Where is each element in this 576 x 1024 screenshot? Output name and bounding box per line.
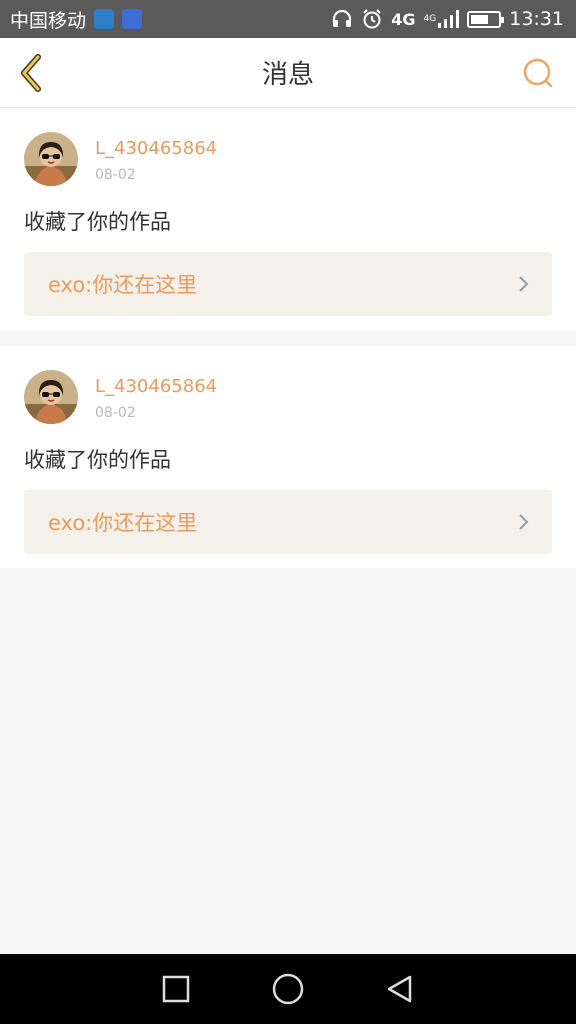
page-title: 消息 bbox=[261, 60, 314, 90]
home-button[interactable] bbox=[263, 964, 313, 1014]
clock-label: 13:31 bbox=[509, 8, 564, 30]
work-title: exo:你还在这里 bbox=[48, 511, 198, 535]
message-date: 08-02 bbox=[95, 167, 136, 183]
search-icon bbox=[523, 58, 553, 88]
square-icon bbox=[162, 975, 190, 1003]
user-avatar[interactable] bbox=[24, 132, 78, 186]
search-button[interactable] bbox=[520, 56, 556, 92]
username-link[interactable]: L_430465864 bbox=[95, 138, 217, 159]
message-action-text: 收藏了你的作品 bbox=[24, 448, 171, 472]
chevron-left-icon bbox=[21, 54, 41, 92]
signal-icon: 4G bbox=[424, 9, 460, 29]
app-notification-icon bbox=[94, 9, 115, 29]
network-type-small-label: 4G bbox=[423, 14, 437, 24]
chevron-right-icon bbox=[519, 514, 529, 530]
message-action-text: 收藏了你的作品 bbox=[24, 210, 171, 234]
message-date: 08-02 bbox=[95, 405, 136, 421]
alarm-icon bbox=[361, 8, 383, 30]
work-title: exo:你还在这里 bbox=[48, 273, 198, 297]
user-avatar[interactable] bbox=[24, 370, 78, 424]
message-card: L_430465864 08-02 收藏了你的作品 exo:你还在这里 bbox=[0, 346, 576, 568]
status-bar: 中国移动 4G 4G 13:31 bbox=[0, 0, 576, 38]
system-nav-bar bbox=[0, 954, 576, 1024]
app-header: 消息 bbox=[0, 38, 576, 108]
message-list: L_430465864 08-02 收藏了你的作品 exo:你还在这里 L_43… bbox=[0, 108, 576, 584]
nav-back-button[interactable] bbox=[375, 964, 425, 1014]
work-link[interactable]: exo:你还在这里 bbox=[24, 490, 552, 554]
chevron-right-icon bbox=[519, 276, 529, 292]
baidu-paw-icon bbox=[122, 9, 143, 29]
triangle-back-icon bbox=[387, 975, 412, 1003]
message-card: L_430465864 08-02 收藏了你的作品 exo:你还在这里 bbox=[0, 108, 576, 330]
back-button[interactable] bbox=[14, 52, 48, 94]
headphones-icon bbox=[331, 9, 353, 29]
network-type-label: 4G bbox=[391, 9, 416, 29]
carrier-label: 中国移动 bbox=[10, 9, 87, 32]
work-link[interactable]: exo:你还在这里 bbox=[24, 252, 552, 316]
circle-icon bbox=[272, 973, 304, 1005]
battery-icon bbox=[467, 10, 505, 28]
recents-button[interactable] bbox=[151, 964, 201, 1014]
username-link[interactable]: L_430465864 bbox=[95, 376, 217, 397]
